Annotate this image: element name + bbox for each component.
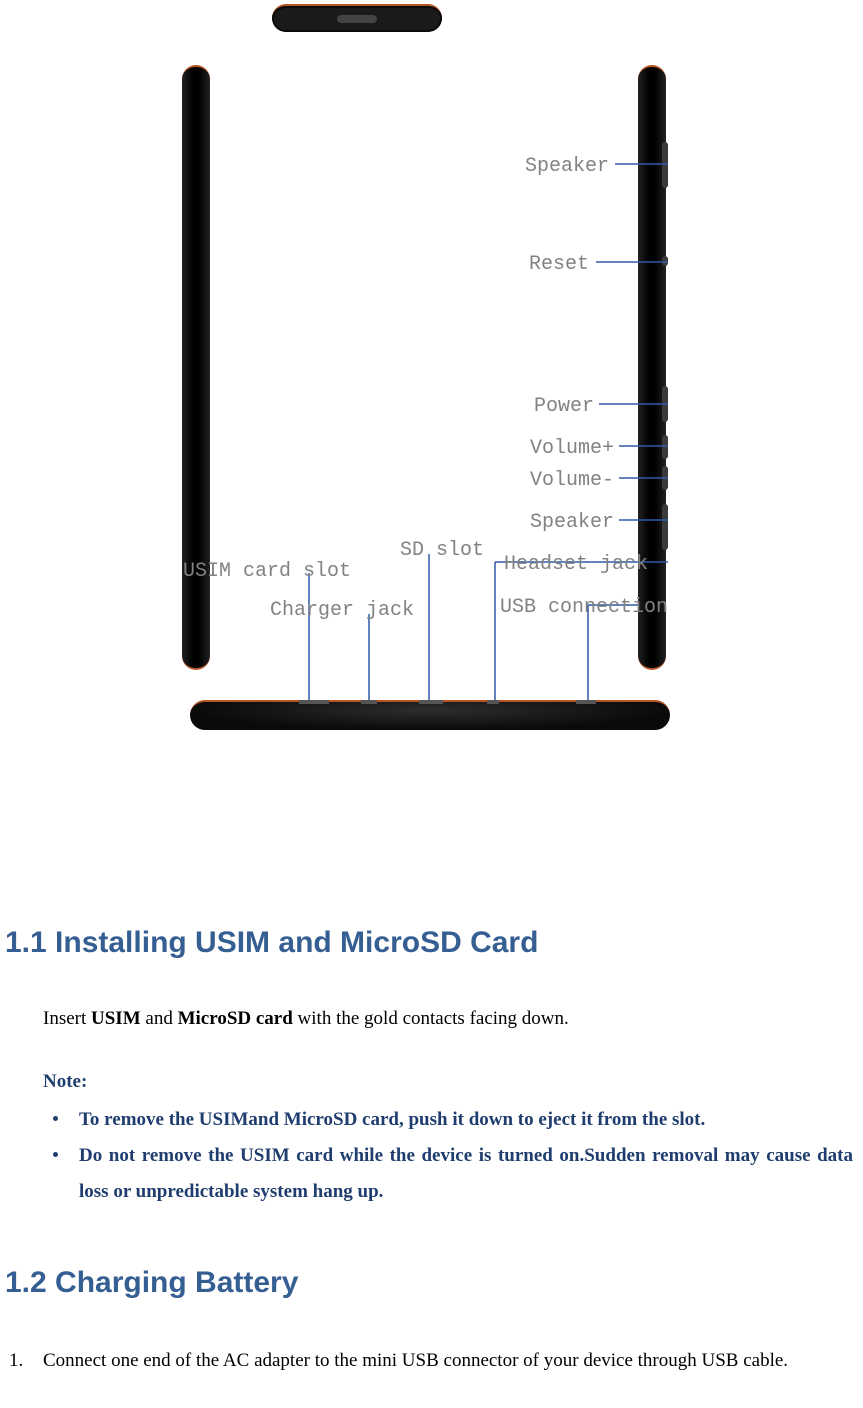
p-bold-microsd: MicroSD card [178,1008,293,1029]
label-usb: USB connection [500,593,668,623]
note-list: To remove the USIMand MicroSD card, push… [43,1102,853,1210]
charger-port [361,700,377,704]
label-charger-jack: Charger jack [270,596,414,626]
reset-hole [662,256,668,266]
label-power: Power [454,392,594,422]
insert-paragraph: Insert USIM and MicroSD card with the go… [43,1005,853,1034]
sd-port [419,700,443,704]
p-mid: and [141,1008,178,1029]
note-heading: Note: [43,1068,853,1097]
step-item: Connect one end of the AC adapter to the… [5,1345,858,1377]
power-button [662,386,668,422]
label-volume-up: Volume+ [454,434,614,464]
device-bottom-edge [190,700,670,730]
note-item: To remove the USIMand MicroSD card, push… [43,1102,853,1138]
callout-lines [0,0,863,740]
device-diagram: Speaker Reset Power Volume+ Volume- Spea… [0,0,863,740]
label-volume-down: Volume- [454,466,614,496]
usim-port [299,700,329,704]
p-prefix: Insert [43,1008,91,1029]
speaker-bottom-button [662,504,668,550]
label-reset: Reset [454,250,589,280]
label-speaker-bottom: Speaker [454,508,614,538]
note-item: Do not remove the USIM card while the de… [43,1138,853,1210]
p-suffix: with the gold contacts facing down. [293,1008,569,1029]
heading-1-2: 1.2 Charging Battery [5,1260,858,1305]
label-sd-slot: SD slot [400,536,484,566]
volume-up-button [662,435,668,459]
volume-down-button [662,466,668,490]
label-speaker-top: Speaker [454,152,609,182]
label-usim-slot: USIM card slot [183,557,351,587]
label-headset: Headset jack [504,550,648,580]
headset-port [487,700,499,704]
device-top-edge [272,4,442,32]
p-bold-usim: USIM [91,1008,141,1029]
usb-port [576,700,596,704]
speaker-top-button [662,142,668,188]
steps-list: Connect one end of the AC adapter to the… [5,1345,858,1377]
heading-1-1: 1.1 Installing USIM and MicroSD Card [5,920,858,965]
